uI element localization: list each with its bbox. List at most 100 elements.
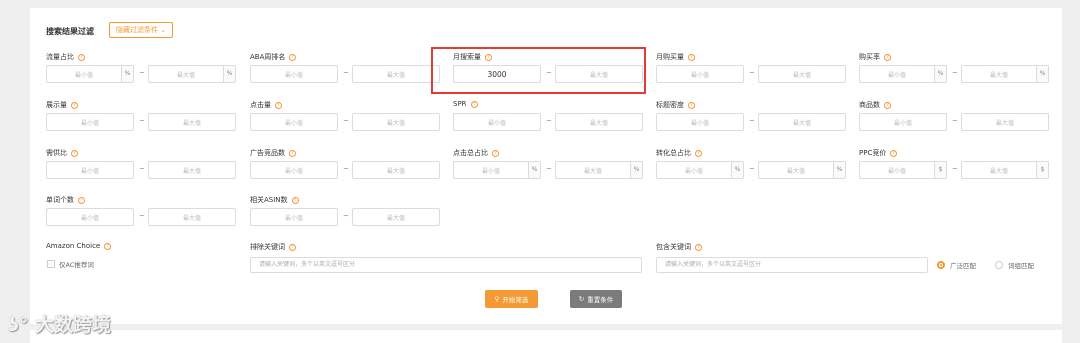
broad-match-label: 广泛匹配: [950, 262, 976, 270]
filter-label-text: 相关ASIN数: [250, 196, 288, 204]
max-value-input[interactable]: 最大值: [352, 208, 440, 226]
filter-label-text: SPR: [453, 100, 467, 108]
min-value-input[interactable]: 最小值: [656, 113, 744, 131]
filter-label: 月购买量?: [656, 52, 695, 62]
help-icon[interactable]: ?: [71, 149, 78, 157]
help-icon[interactable]: ?: [470, 100, 478, 108]
ac-only-checkbox[interactable]: [47, 260, 55, 268]
min-value-input[interactable]: 最小值: [46, 113, 134, 131]
help-icon[interactable]: ?: [884, 53, 891, 61]
help-icon[interactable]: ?: [688, 53, 695, 61]
exclude-keywords-text: 排除关键词: [250, 243, 285, 251]
min-value-input[interactable]: 最小值: [859, 113, 947, 131]
filter-label-text: 展示量: [46, 101, 67, 109]
max-value-text: 最大值: [583, 167, 602, 175]
filter-label-text: 商品数: [859, 101, 880, 109]
max-value-input[interactable]: 最大值%: [961, 65, 1049, 83]
unit-suffix: $: [934, 162, 946, 178]
max-value-input[interactable]: 最大值 $: [961, 161, 1049, 179]
help-icon[interactable]: ?: [890, 149, 898, 157]
start-filter-label: 开始筛选: [502, 296, 529, 304]
min-value-input[interactable]: 最小值: [250, 161, 338, 179]
range-separator: ~: [546, 117, 552, 125]
max-value-input[interactable]: 最大值%: [148, 65, 236, 83]
max-value-input[interactable]: 最大值: [352, 65, 440, 83]
unit-suffix: %: [630, 162, 642, 178]
min-value-input[interactable]: 最小值 $: [859, 161, 947, 179]
help-icon[interactable]: ?: [71, 101, 78, 109]
filter-label: 购买率?: [859, 52, 891, 62]
filter-label-text: 流量占比: [46, 53, 74, 61]
help-icon[interactable]: ?: [492, 149, 499, 157]
filter-label: SPR?: [453, 100, 478, 108]
help-icon[interactable]: ?: [688, 101, 695, 109]
start-filter-button[interactable]: ⚲ 开始筛选: [485, 290, 538, 308]
help-icon[interactable]: ?: [78, 53, 85, 61]
min-value-input[interactable]: 最小值%: [656, 161, 744, 179]
help-icon[interactable]: ?: [104, 242, 112, 250]
filter-label: ABA周排名?: [250, 52, 297, 62]
max-value-input[interactable]: 最大值%: [758, 161, 846, 179]
min-value-input[interactable]: 最小值: [46, 161, 134, 179]
filter-label-text: 点击量: [250, 101, 271, 109]
exclude-keywords-input[interactable]: 请输入关键词，多个以英文逗号区分: [250, 257, 642, 273]
max-value-text: 最大值: [792, 71, 811, 79]
max-value-input[interactable]: 最大值: [555, 113, 643, 131]
help-icon[interactable]: ?: [78, 196, 85, 204]
min-value-input[interactable]: 最小值%: [859, 65, 947, 83]
filter-label: 点击总占比?: [453, 148, 499, 158]
min-value-input[interactable]: 最小值%: [46, 65, 134, 83]
max-value-input[interactable]: 最大值: [148, 113, 236, 131]
help-icon[interactable]: ?: [695, 149, 702, 157]
reset-button[interactable]: ↻ 重置条件: [570, 290, 622, 308]
min-value-input[interactable]: 最小值: [46, 208, 134, 226]
unit-suffix: %: [934, 66, 946, 82]
watermark-logo: ʖ° 大数跨境: [8, 310, 111, 337]
help-icon[interactable]: ?: [289, 243, 296, 251]
help-icon[interactable]: ?: [695, 243, 702, 251]
range-separator: ~: [749, 69, 755, 77]
max-value-input[interactable]: 最大值%: [555, 161, 643, 179]
max-value-text: 最大值: [176, 71, 195, 79]
hide-filters-button[interactable]: 隐藏过滤条件 ⌄: [109, 22, 174, 38]
filter-label: 标题密度?: [656, 100, 695, 110]
max-value-text: 最大值: [386, 214, 405, 222]
max-value-text: 最大值: [589, 119, 608, 127]
filter-title: 搜索结果过滤: [46, 27, 94, 36]
amazon-choice-label: Amazon Choice?: [46, 242, 112, 250]
max-value-input[interactable]: 最大值: [758, 65, 846, 83]
filter-label: 点击量?: [250, 100, 282, 110]
min-value-input[interactable]: 最小值: [250, 65, 338, 83]
filter-label-text: 标题密度: [656, 101, 684, 109]
help-icon[interactable]: ?: [884, 101, 891, 109]
min-value-text: 最小值: [74, 71, 93, 79]
min-value-input[interactable]: 最小值: [250, 113, 338, 131]
help-icon[interactable]: ?: [291, 196, 299, 204]
filter-label: 流量占比?: [46, 52, 85, 62]
min-value-input[interactable]: 最小值: [656, 65, 744, 83]
max-value-input[interactable]: 最大值: [758, 113, 846, 131]
logo-mark-icon: ʖ°: [8, 314, 29, 336]
max-value-input[interactable]: 最大值: [352, 161, 440, 179]
max-value-input[interactable]: 最大值: [961, 113, 1049, 131]
help-icon[interactable]: ?: [289, 149, 296, 157]
phrase-match-radio[interactable]: [995, 261, 1003, 269]
min-value-input[interactable]: 最小值: [250, 208, 338, 226]
include-keywords-input[interactable]: 请输入关键词，多个以英文逗号区分: [656, 257, 928, 273]
min-value-input[interactable]: 最小值: [453, 113, 541, 131]
max-value-text: 最大值: [792, 119, 811, 127]
help-icon[interactable]: ?: [289, 53, 297, 61]
max-value-input[interactable]: 最大值: [148, 161, 236, 179]
max-value-input[interactable]: 最大值: [148, 208, 236, 226]
max-value-input[interactable]: 最大值: [352, 113, 440, 131]
min-value-text: 最小值: [887, 167, 906, 175]
max-value-text: 最大值: [386, 119, 405, 127]
hide-filters-label: 隐藏过滤条件: [116, 26, 158, 34]
highlight-box: [431, 47, 646, 94]
min-value-text: 最小值: [284, 71, 303, 79]
filter-label: 相关ASIN数?: [250, 195, 299, 205]
broad-match-radio[interactable]: [937, 261, 945, 269]
min-value-input[interactable]: 最小值%: [453, 161, 541, 179]
filter-label-text: 点击总占比: [453, 149, 488, 157]
help-icon[interactable]: ?: [275, 101, 282, 109]
